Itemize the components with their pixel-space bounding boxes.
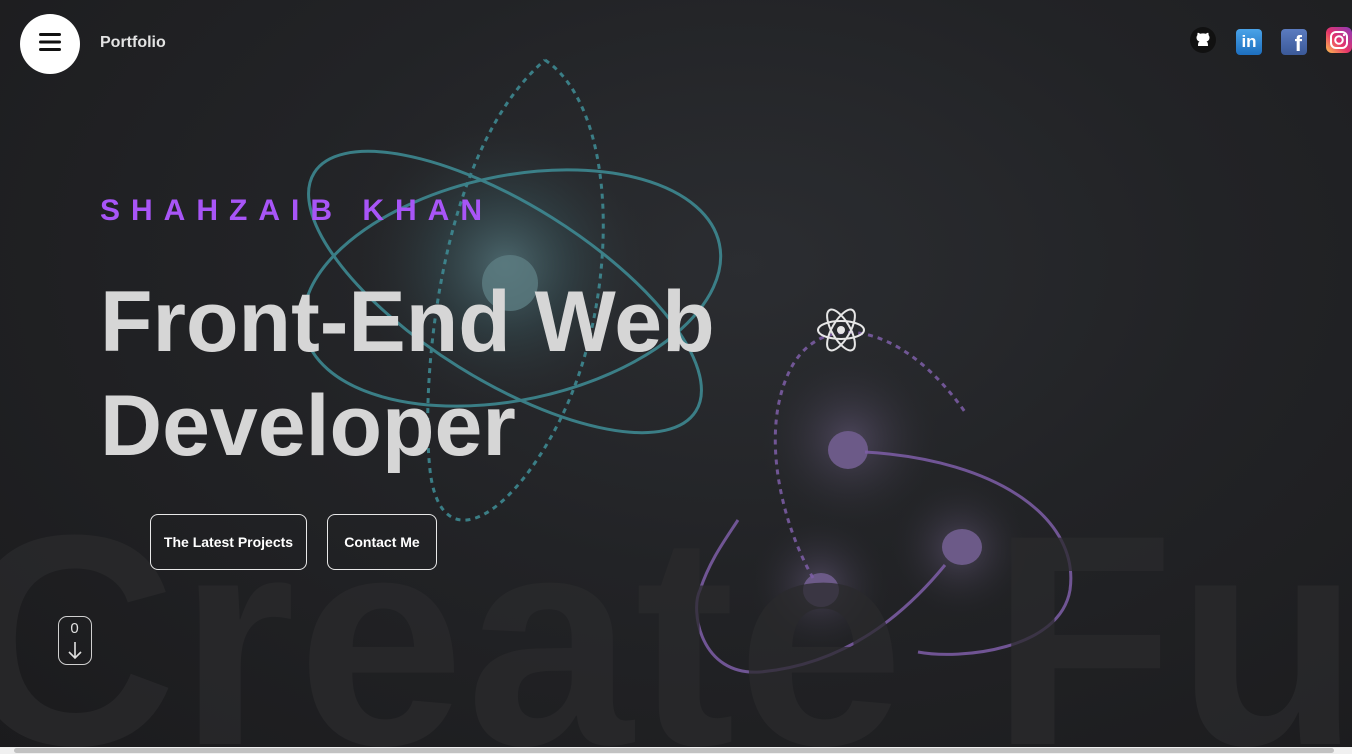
scrollbar-thumb[interactable] <box>14 748 1334 753</box>
scroll-count: 0 <box>70 620 79 637</box>
headline-line-2: Developer <box>100 378 516 474</box>
headline-line-1: Front-End Web <box>100 274 715 370</box>
linkedin-label: in <box>1241 32 1257 51</box>
scroll-down-indicator[interactable]: 0 <box>58 616 92 665</box>
react-atom-icon <box>815 304 867 356</box>
menu-button[interactable] <box>20 14 80 74</box>
github-link[interactable] <box>1190 26 1216 58</box>
brand-title: Portfolio <box>100 34 166 51</box>
arrow-down-icon <box>66 641 84 666</box>
hero-subtitle: SHAHZAIB KHAN <box>100 194 493 227</box>
hamburger-menu-icon <box>39 32 61 56</box>
latest-projects-button[interactable]: The Latest Projects <box>150 514 307 570</box>
facebook-link[interactable]: f <box>1281 29 1307 55</box>
facebook-label: f <box>1294 31 1302 56</box>
instagram-icon <box>1326 26 1352 58</box>
instagram-link[interactable] <box>1326 26 1352 58</box>
hero-headline: Front-End Web Developer <box>100 270 800 478</box>
facebook-icon: f <box>1281 29 1307 55</box>
hero-section: Create Fun Portfolio in f <box>0 0 1352 754</box>
github-icon <box>1190 26 1216 58</box>
contact-me-button[interactable]: Contact Me <box>327 514 437 570</box>
linkedin-icon: in <box>1236 29 1262 55</box>
linkedin-link[interactable]: in <box>1236 29 1262 55</box>
horizontal-scrollbar[interactable] <box>0 747 1352 754</box>
